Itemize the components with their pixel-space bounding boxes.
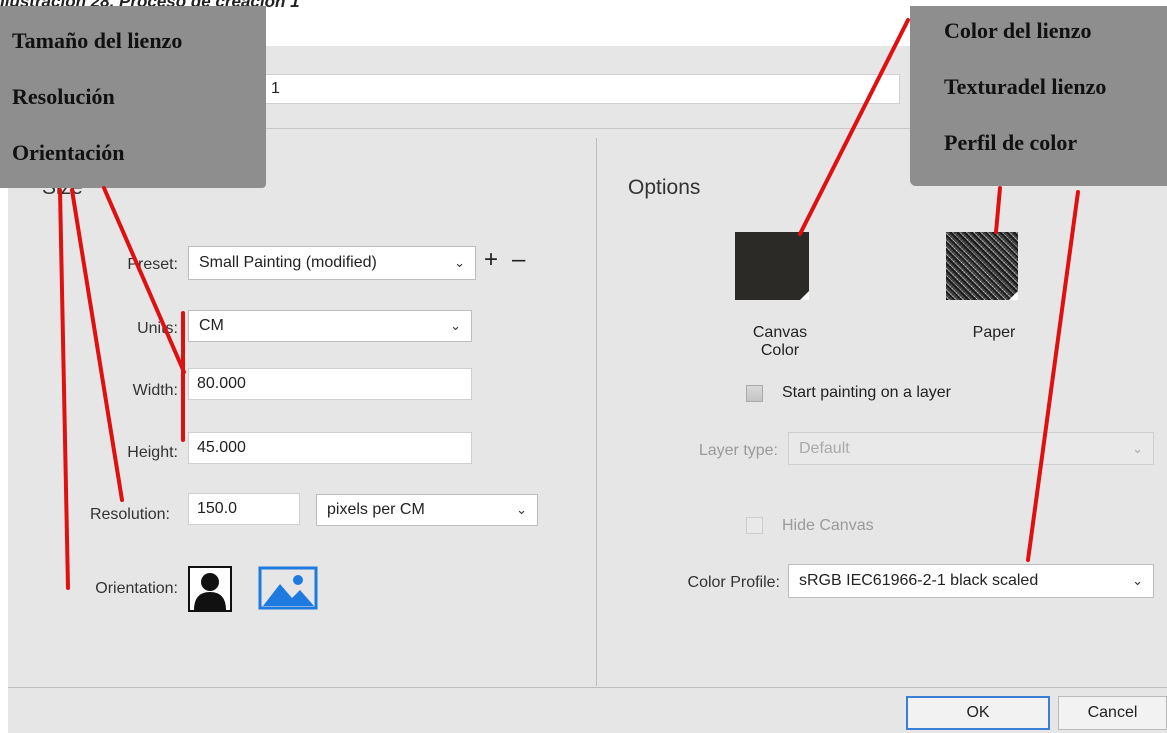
portrait-orientation-icon <box>194 573 226 610</box>
annotation-canvas-color: Color del lienzo <box>944 18 1092 43</box>
swatch-corner-icon <box>800 291 809 300</box>
units-select[interactable]: CM ⌄ <box>188 310 472 342</box>
layer-type-label: Layer type: <box>698 442 778 459</box>
paper-label: Paper <box>972 324 1016 341</box>
annotation-callout-right: Color del lienzo Texturadel lienzo Perfi… <box>910 6 1167 186</box>
paper-texture-swatch[interactable] <box>946 232 1018 300</box>
color-profile-value: sRGB IEC61966-2-1 black scaled <box>799 572 1039 589</box>
landscape-orientation-button[interactable] <box>258 566 320 612</box>
chevron-down-icon: ⌄ <box>1132 573 1143 588</box>
resolution-units-select[interactable]: pixels per CM ⌄ <box>316 494 538 526</box>
units-label: Units: <box>137 320 178 337</box>
start-on-layer-label: Start painting on a layer <box>782 384 951 401</box>
preset-select[interactable]: Small Painting (modified) ⌄ <box>188 246 476 280</box>
resolution-units-value: pixels per CM <box>327 501 425 518</box>
start-on-layer-checkbox[interactable] <box>746 385 763 402</box>
annotation-canvas-size: Tamaño del lienzo <box>12 28 183 53</box>
color-profile-select[interactable]: sRGB IEC61966-2-1 black scaled ⌄ <box>788 564 1154 598</box>
height-input[interactable]: 45.000 <box>188 432 472 464</box>
resolution-input[interactable]: 150.0 <box>188 493 300 525</box>
annotation-canvas-texture: Texturadel lienzo <box>944 74 1107 99</box>
width-label: Width: <box>132 382 178 399</box>
layer-type-select[interactable]: Default ⌄ <box>788 432 1154 465</box>
panel-divider <box>596 138 597 686</box>
color-profile-label: Color Profile: <box>687 574 780 591</box>
layer-type-value: Default <box>799 440 850 457</box>
remove-preset-button[interactable]: – <box>512 246 525 274</box>
annotation-orientation: Orientación <box>12 140 125 165</box>
hide-canvas-checkbox[interactable] <box>746 517 763 534</box>
swatch-corner-icon <box>1009 291 1018 300</box>
preset-label: Preset: <box>127 256 178 273</box>
resolution-label: Resolution: <box>89 506 170 523</box>
add-preset-button[interactable]: + <box>484 246 498 274</box>
hide-canvas-label: Hide Canvas <box>782 517 874 534</box>
options-section-title: Options <box>628 176 701 199</box>
chevron-down-icon: ⌄ <box>450 318 461 333</box>
ok-button[interactable]: OK <box>906 696 1050 730</box>
orientation-label: Orientation: <box>95 580 178 597</box>
preset-value: Small Painting (modified) <box>199 254 377 271</box>
portrait-orientation-button[interactable] <box>188 566 232 612</box>
cancel-button[interactable]: Cancel <box>1058 696 1167 730</box>
annotation-callout-left: Tamaño del lienzo Resolución Orientación <box>0 6 266 188</box>
units-value: CM <box>199 317 224 334</box>
footer-divider <box>8 687 1167 688</box>
width-input[interactable]: 80.000 <box>188 368 472 400</box>
chevron-down-icon: ⌄ <box>516 502 527 517</box>
canvas-name-input[interactable]: 1 <box>260 74 900 104</box>
canvas-color-swatch[interactable] <box>735 232 809 300</box>
canvas-color-label: Canvas Color <box>752 324 808 359</box>
chevron-down-icon: ⌄ <box>1132 441 1143 456</box>
height-label: Height: <box>127 444 178 461</box>
annotation-resolution: Resolución <box>12 84 115 109</box>
chevron-down-icon: ⌄ <box>454 255 465 270</box>
landscape-orientation-icon <box>258 566 318 610</box>
annotation-color-profile: Perfil de color <box>944 130 1078 155</box>
